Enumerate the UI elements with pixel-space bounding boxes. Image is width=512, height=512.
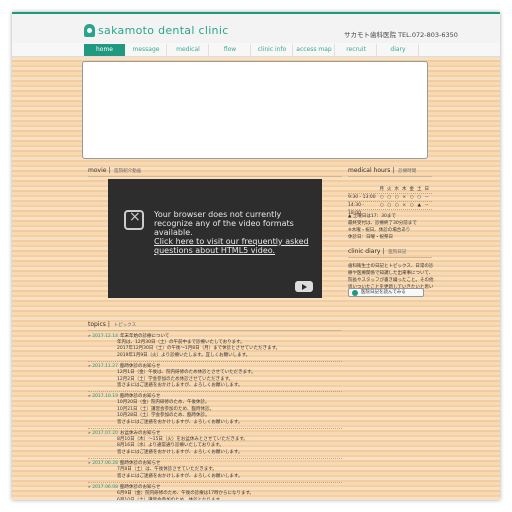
hours-note: ※木曜・祝日、休診の場合あり	[348, 228, 411, 233]
topic-date: 2017.07.20	[92, 431, 118, 437]
topic-item: » 2017.10.19 臨時休診のお知らせ 10月20日（金）院内研修のため、午後…	[88, 392, 342, 430]
topic-title: 臨時休診のお知らせ	[119, 364, 161, 370]
nav-access-map[interactable]: access map	[294, 44, 335, 56]
hours-note: 休診日：日曜・祝祭日	[348, 235, 393, 240]
main-nav: home message medical flow clinic info ac…	[12, 43, 500, 57]
topic-body-line: 皆さまにはご迷惑をおかけしますが、よろしくお願いします。	[117, 383, 243, 389]
hours-row-morning: 9:30 - 13:00 ○ ○ ○ × ○ ○ －	[348, 194, 432, 202]
video-error-message: Your browser does not currently recogniz…	[154, 210, 314, 255]
tooth-logo-icon[interactable]	[84, 24, 95, 37]
topic-date: 2017.11.27	[92, 364, 118, 370]
nav-flow[interactable]: flow	[210, 44, 251, 56]
topic-headline[interactable]: » 2017.12.14 年末年始の診療について	[88, 333, 342, 340]
hours-note: ▲ 土曜日は17：30まで	[348, 214, 396, 219]
hours-table: 月 火 水 木 金 土 日 9:30 - 13:00 ○ ○ ○ × ○ ○ －…	[348, 186, 432, 216]
movie-subtitle: 医院紹介動画	[114, 169, 142, 174]
nav-message[interactable]: message	[126, 44, 167, 56]
topic-title: 年末年始の診療について	[119, 334, 170, 339]
topic-body-line: 皆さまにはご迷惑をおかけしますが、よろしくお願いします。	[117, 419, 243, 425]
header-contact: サカモト歯科医院 TEL.072-803-6350	[344, 31, 458, 39]
topics-subtitle: トピックス	[113, 323, 137, 328]
topic-title: 臨時休診のお知らせ	[119, 485, 161, 491]
site-logo[interactable]: sakamoto dental clinic	[98, 24, 229, 37]
nav-recruit[interactable]: recruit	[336, 44, 377, 56]
nav-medical[interactable]: medical	[168, 44, 209, 56]
nav-clinic-info[interactable]: clinic info	[252, 44, 293, 56]
read-diary-button[interactable]: 医院日記を読んでみる	[348, 288, 424, 297]
topic-body-line: 皆さまにはご迷惑をおかけしますが、よろしくお願いします。	[117, 473, 243, 479]
topic-item: » 2017.12.14 年末年始の診療について 年内は、12月30日（土）の午前中…	[88, 332, 342, 363]
page: sakamoto dental clinic サカモト歯科医院 TEL.072-…	[12, 12, 500, 500]
broken-video-icon	[124, 209, 144, 230]
topic-title: 臨時休診のお知らせ	[119, 394, 161, 400]
topic-headline[interactable]: » 2017.07.20 お盆休みのお知らせ	[88, 430, 342, 437]
hours-title: medical hours	[348, 167, 391, 174]
movie-title: movie	[88, 167, 107, 174]
video-error-text: Your browser does not currently recogniz…	[154, 210, 294, 237]
diary-heading: clinic diary | 医院日記	[348, 248, 432, 258]
topic-body-line: 2019年1月9日（火）より診療いたします。宜しくお願いします。	[117, 352, 251, 358]
movie-heading: movie | 医院紹介動画	[88, 167, 342, 177]
topics-list: » 2017.12.14 年末年始の診療について 年内は、12月30日（土）の午前中…	[88, 332, 342, 500]
topic-body-line: 皆さまにはご迷惑をおかけしますが、よろしくお願いします。	[117, 449, 243, 455]
topic-body-line: 6月10日（土）講習会参加のため、休診となります。	[117, 497, 225, 501]
hero-slideshow	[82, 61, 428, 159]
video-faq-link[interactable]: Click here to visit our frequently asked…	[154, 237, 314, 255]
topic-title: お盆休みのお知らせ	[119, 431, 161, 437]
topic-date: 2017.06.08	[92, 485, 118, 491]
topics-heading: topics | トピックス	[88, 321, 342, 331]
hours-note: 最終受付は、診療終了30分前まで	[348, 221, 417, 226]
topic-item: » 2017.06.08 臨時休診のお知らせ 6月9日（金）院内研修のため、午後の診…	[88, 483, 342, 500]
hours-subtitle: 診療時間	[398, 169, 417, 174]
topics-title: topics	[88, 321, 106, 328]
topic-title: 臨時休診のお知らせ	[119, 461, 161, 467]
youtube-icon[interactable]	[295, 281, 313, 292]
video-player[interactable]: Your browser does not currently recogniz…	[108, 179, 322, 298]
hours-header-row: 月 火 水 木 金 土 日	[348, 186, 432, 194]
hours-row-afternoon: 14:30 - 18:00 ○ ○ ○ × ○ ▲ －	[348, 202, 432, 216]
nav-diary[interactable]: diary	[378, 44, 419, 56]
diary-title: clinic diary	[348, 248, 381, 255]
topic-date: 2017.06.28	[92, 461, 118, 467]
diary-subtitle: 医院日記	[388, 250, 407, 255]
topic-item: » 2017.06.28 臨時休診のお知らせ 7月8日（土）は、午後休診させていただ…	[88, 459, 342, 484]
topic-item: » 2017.07.20 お盆休みのお知らせ 8月10日（木）～15日（火）をお盆休…	[88, 429, 342, 460]
nav-home[interactable]: home	[84, 44, 125, 56]
site-header: sakamoto dental clinic サカモト歯科医院 TEL.072-…	[12, 12, 500, 43]
topic-item: » 2017.11.27 臨時休診のお知らせ 12月1日（金）午後は、院内研修のため…	[88, 362, 342, 393]
topic-date: 2017.12.14	[92, 334, 118, 339]
topic-date: 2017.10.19	[92, 394, 118, 400]
hours-heading: medical hours | 診療時間	[348, 167, 432, 177]
